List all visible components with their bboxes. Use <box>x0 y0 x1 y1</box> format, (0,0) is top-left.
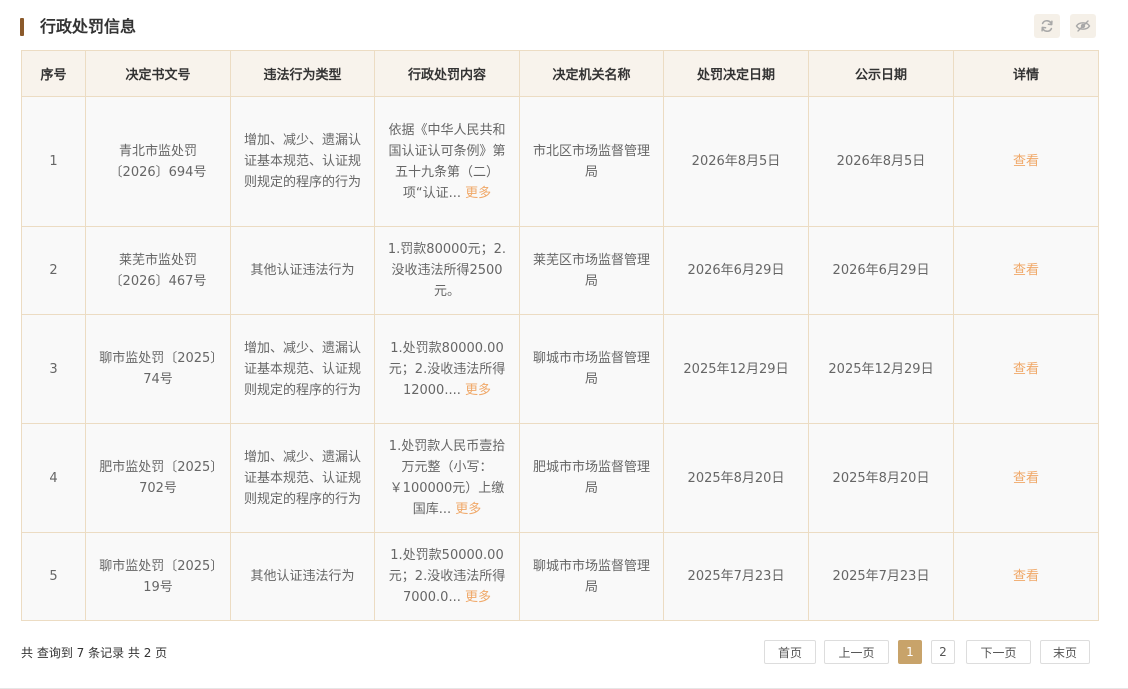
table-row: 3 聊市监处罚〔2025〕74号 增加、减少、遗漏认证基本规范、认证规则规定的程… <box>21 314 1099 424</box>
view-detail-link[interactable]: 查看 <box>1013 362 1039 377</box>
column-header-decision-date: 处罚决定日期 <box>663 50 809 97</box>
cell-content: 1.处罚款80000.00元；2.没收违法所得12000.... 更多 <box>374 314 520 424</box>
cell-violation: 其他认证违法行为 <box>230 532 375 621</box>
table-row: 5 聊市监处罚〔2025〕19号 其他认证违法行为 1.处罚款50000.00元… <box>21 532 1099 621</box>
next-page-button[interactable]: 下一页 <box>966 640 1031 664</box>
cell-decision-date: 2026年8月5日 <box>663 96 809 227</box>
cell-index: 5 <box>21 532 86 621</box>
penalty-table: 序号 决定书文号 违法行为类型 行政处罚内容 决定机关名称 处罚决定日期 公示日… <box>21 50 1099 621</box>
record-summary: 共 查询到 7 条记录 共 2 页 <box>21 646 168 660</box>
cell-doc-no: 聊市监处罚〔2025〕19号 <box>85 532 231 621</box>
cell-authority: 聊城市市场监督管理局 <box>519 314 664 424</box>
column-header-detail: 详情 <box>953 50 1099 97</box>
table-row: 4 肥市监处罚〔2025〕702号 增加、减少、遗漏认证基本规范、认证规则规定的… <box>21 423 1099 533</box>
cell-publish-date: 2025年8月20日 <box>808 423 954 533</box>
panel-header: 行政处罚信息 <box>20 12 1108 44</box>
column-header-doc-no: 决定书文号 <box>85 50 231 97</box>
cell-detail: 查看 <box>953 96 1099 227</box>
eye-slash-icon <box>1075 20 1091 32</box>
column-header-content: 行政处罚内容 <box>374 50 520 97</box>
penalty-info-panel: 行政处罚信息 序号 决定书文号 违法行为类型 行政处罚内容 决定机关名称 处罚决… <box>0 0 1128 689</box>
content-text: 1.处罚款人民币壹拾万元整（小写：￥100000元）上缴国库... <box>388 439 506 517</box>
column-header-index: 序号 <box>21 50 86 97</box>
cell-publish-date: 2026年6月29日 <box>808 226 954 315</box>
more-link[interactable]: 更多 <box>465 590 491 605</box>
column-header-authority: 决定机关名称 <box>519 50 664 97</box>
more-link[interactable]: 更多 <box>455 502 481 517</box>
cell-detail: 查看 <box>953 532 1099 621</box>
prev-page-button[interactable]: 上一页 <box>824 640 889 664</box>
refresh-button[interactable] <box>1034 14 1060 38</box>
cell-decision-date: 2025年8月20日 <box>663 423 809 533</box>
cell-doc-no: 肥市监处罚〔2025〕702号 <box>85 423 231 533</box>
title-accent-bar <box>20 18 24 36</box>
view-detail-link[interactable]: 查看 <box>1013 154 1039 169</box>
column-header-violation: 违法行为类型 <box>230 50 375 97</box>
cell-authority: 市北区市场监督管理局 <box>519 96 664 227</box>
cell-doc-no: 莱芜市监处罚〔2026〕467号 <box>85 226 231 315</box>
cell-publish-date: 2026年8月5日 <box>808 96 954 227</box>
cell-violation: 增加、减少、遗漏认证基本规范、认证规则规定的程序的行为 <box>230 314 375 424</box>
cell-violation: 增加、减少、遗漏认证基本规范、认证规则规定的程序的行为 <box>230 423 375 533</box>
cell-index: 3 <box>21 314 86 424</box>
table-row: 1 青北市监处罚〔2026〕694号 增加、减少、遗漏认证基本规范、认证规则规定… <box>21 96 1099 227</box>
cell-decision-date: 2025年7月23日 <box>663 532 809 621</box>
toggle-visibility-button[interactable] <box>1070 14 1096 38</box>
cell-content: 1.罚款80000元；2.没收违法所得2500元。 <box>374 226 520 315</box>
table-header-row: 序号 决定书文号 违法行为类型 行政处罚内容 决定机关名称 处罚决定日期 公示日… <box>21 50 1099 97</box>
more-link[interactable]: 更多 <box>465 383 491 398</box>
view-detail-link[interactable]: 查看 <box>1013 569 1039 584</box>
page-button-1[interactable]: 1 <box>898 640 922 664</box>
view-detail-link[interactable]: 查看 <box>1013 471 1039 486</box>
cell-index: 2 <box>21 226 86 315</box>
cell-doc-no: 聊市监处罚〔2025〕74号 <box>85 314 231 424</box>
cell-content: 1.处罚款人民币壹拾万元整（小写：￥100000元）上缴国库... 更多 <box>374 423 520 533</box>
view-detail-link[interactable]: 查看 <box>1013 263 1039 278</box>
cell-index: 1 <box>21 96 86 227</box>
cell-decision-date: 2026年6月29日 <box>663 226 809 315</box>
column-header-publish-date: 公示日期 <box>808 50 954 97</box>
cell-decision-date: 2025年12月29日 <box>663 314 809 424</box>
last-page-button[interactable]: 末页 <box>1040 640 1090 664</box>
cell-detail: 查看 <box>953 423 1099 533</box>
cell-publish-date: 2025年12月29日 <box>808 314 954 424</box>
cell-violation: 增加、减少、遗漏认证基本规范、认证规则规定的程序的行为 <box>230 96 375 227</box>
cell-publish-date: 2025年7月23日 <box>808 532 954 621</box>
cell-index: 4 <box>21 423 86 533</box>
cell-content: 1.处罚款50000.00元；2.没收违法所得7000.0... 更多 <box>374 532 520 621</box>
cell-authority: 莱芜区市场监督管理局 <box>519 226 664 315</box>
cell-authority: 肥城市市场监督管理局 <box>519 423 664 533</box>
cell-detail: 查看 <box>953 314 1099 424</box>
page-button-2[interactable]: 2 <box>931 640 955 664</box>
cell-detail: 查看 <box>953 226 1099 315</box>
cell-violation: 其他认证违法行为 <box>230 226 375 315</box>
refresh-icon <box>1041 19 1053 33</box>
more-link[interactable]: 更多 <box>465 186 491 201</box>
first-page-button[interactable]: 首页 <box>764 640 816 664</box>
panel-title: 行政处罚信息 <box>40 17 137 36</box>
content-text: 1.罚款80000元；2.没收违法所得2500元。 <box>387 242 507 299</box>
cell-authority: 聊城市市场监督管理局 <box>519 532 664 621</box>
cell-doc-no: 青北市监处罚〔2026〕694号 <box>85 96 231 227</box>
cell-content: 依据《中华人民共和国认证认可条例》第五十九条第（二）项“认证... 更多 <box>374 96 520 227</box>
table-row: 2 莱芜市监处罚〔2026〕467号 其他认证违法行为 1.罚款80000元；2… <box>21 226 1099 315</box>
